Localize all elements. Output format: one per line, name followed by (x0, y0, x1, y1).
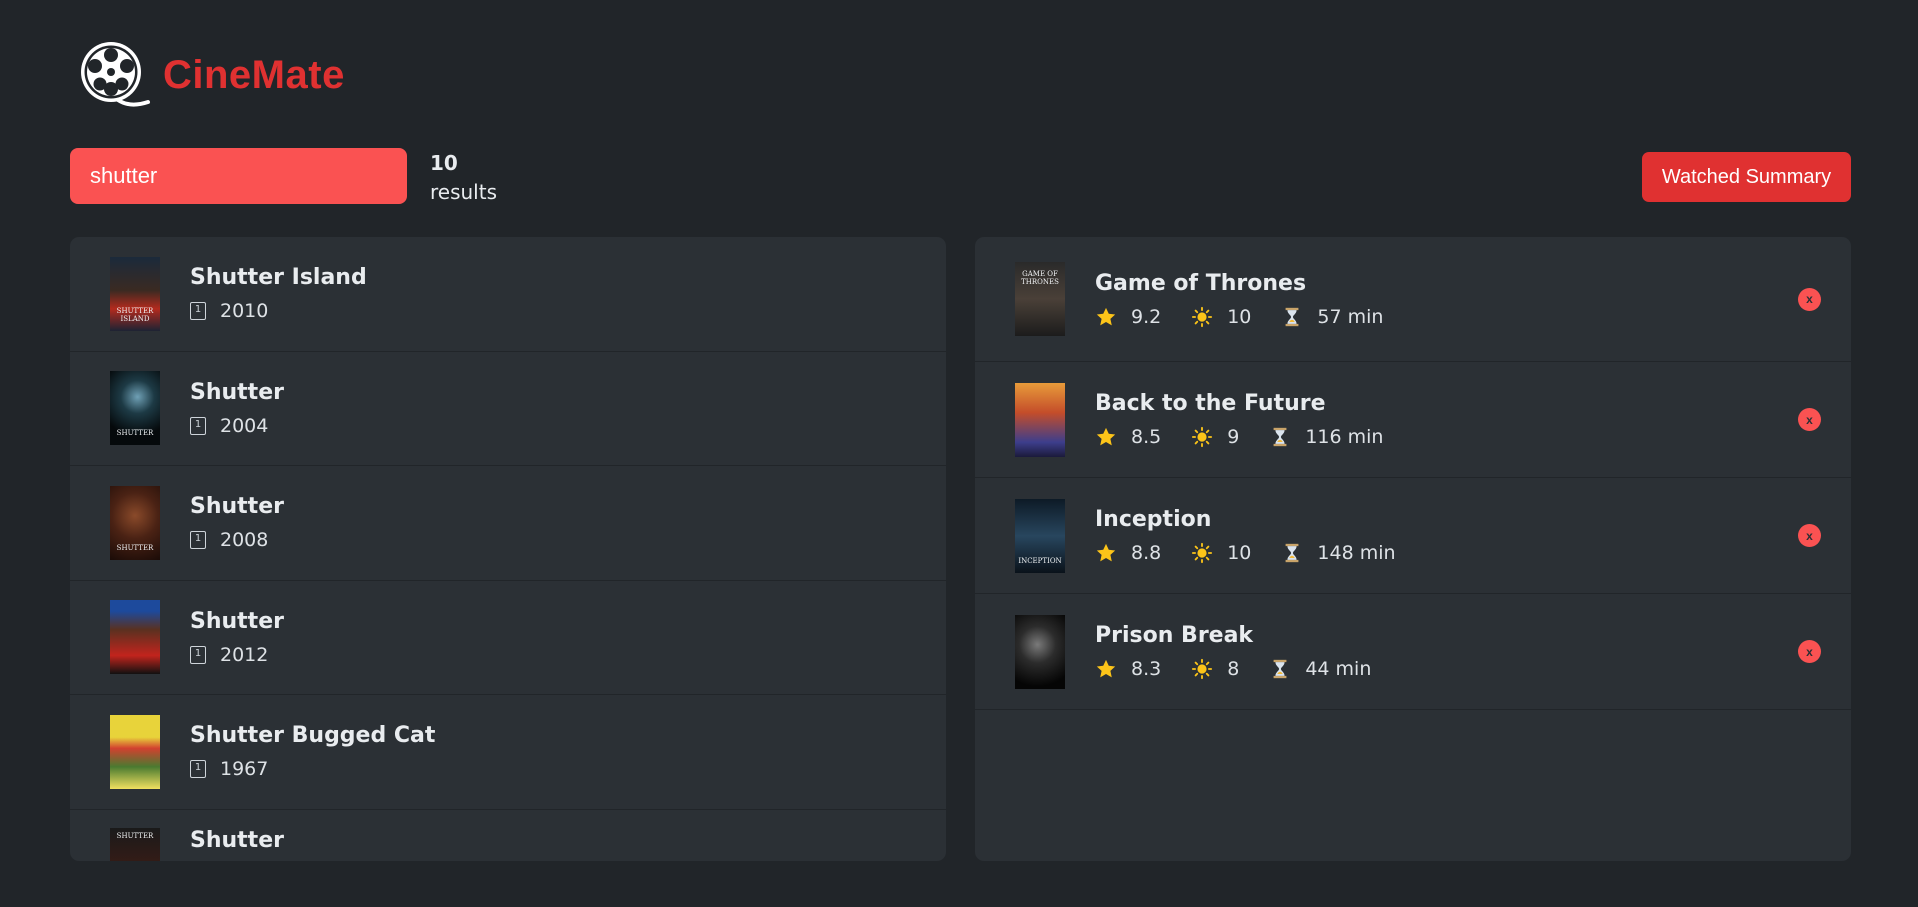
movie-poster: GAME OF THRONES (1015, 262, 1065, 336)
delete-button[interactable]: x (1798, 287, 1821, 311)
star-icon (1096, 427, 1116, 446)
sun-icon (1192, 658, 1213, 680)
movie-title: Shutter Bugged Cat (190, 723, 436, 749)
movie-title: Game of Thrones (1095, 270, 1307, 296)
imdb-rating: 9.2 (1131, 305, 1162, 328)
movie-poster (1015, 382, 1065, 457)
movie-title: Inception (1095, 507, 1212, 532)
user-rating: 10 (1227, 542, 1252, 564)
app-title: CineMate (163, 52, 345, 97)
delete-button[interactable]: x (1798, 524, 1821, 547)
movie-title: Back to the Future (1095, 391, 1326, 416)
star-icon (1096, 307, 1116, 325)
star-icon (1096, 659, 1116, 678)
watched-item[interactable]: Prison Break 8.3 8 44 min x (975, 594, 1851, 710)
movie-year: 1967 (220, 758, 269, 781)
watched-item[interactable]: GAME OF THRONES Game of Thrones 9.2 10 5… (975, 237, 1851, 362)
movie-poster: SHUTTER (110, 485, 160, 560)
list-item[interactable]: SHUTTER ISLAND Shutter Island 1 2010 (70, 237, 946, 352)
movie-poster (1015, 614, 1065, 689)
header: CineMate (78, 38, 345, 112)
movie-poster (110, 714, 160, 789)
delete-button[interactable]: x (1798, 408, 1821, 431)
list-item[interactable]: SHUTTER Shutter 1 2004 (70, 352, 946, 466)
runtime: 44 min (1305, 658, 1372, 680)
list-item[interactable]: SHUTTER Shutter 1 2008 (70, 466, 946, 581)
calendar-icon: 1 (190, 302, 206, 321)
watched-item[interactable]: INCEPTION Inception 8.8 10 148 min x (975, 478, 1851, 594)
search-results-list: SHUTTER ISLAND Shutter Island 1 2010 SHUT… (70, 237, 946, 861)
star-icon (1096, 543, 1116, 562)
movie-title: Shutter (190, 379, 284, 405)
film-reel-icon (81, 42, 150, 107)
movie-title: Shutter Island (190, 265, 367, 291)
runtime: 116 min (1305, 426, 1384, 448)
delete-button[interactable]: x (1798, 640, 1821, 663)
results-number: 10 (430, 151, 458, 175)
movie-year: 2012 (220, 643, 269, 666)
movie-year: 2008 (220, 529, 269, 552)
sun-icon (1192, 426, 1213, 448)
list-item[interactable]: Shutter 1 2012 (70, 581, 946, 695)
movie-year: 2004 (220, 414, 269, 437)
calendar-icon: 1 (190, 416, 206, 435)
runtime: 57 min (1317, 305, 1384, 328)
user-rating: 10 (1227, 305, 1252, 328)
movie-poster: INCEPTION (1015, 498, 1065, 573)
imdb-rating: 8.5 (1131, 426, 1162, 448)
sun-icon (1192, 306, 1213, 327)
movie-year: 2010 (220, 300, 269, 323)
results-label: results (430, 180, 498, 204)
results-count: 10 results (430, 149, 497, 207)
watched-summary-button[interactable]: Watched Summary (1642, 152, 1851, 202)
runtime: 148 min (1317, 542, 1396, 564)
imdb-rating: 8.8 (1131, 542, 1162, 564)
user-rating: 9 (1227, 426, 1240, 448)
movie-poster: SHUTTER (110, 827, 160, 861)
watched-list: GAME OF THRONES Game of Thrones 9.2 10 5… (975, 237, 1851, 861)
watched-item[interactable]: Back to the Future 8.5 9 116 min x (975, 362, 1851, 478)
calendar-icon: 1 (190, 760, 206, 779)
movie-poster: SHUTTER ISLAND (110, 256, 160, 331)
hourglass-icon (1273, 427, 1287, 447)
movie-poster: SHUTTER (110, 371, 160, 446)
user-rating: 8 (1227, 658, 1240, 680)
hourglass-icon (1285, 543, 1299, 563)
movie-title: Shutter (190, 608, 284, 634)
hourglass-icon (1285, 307, 1299, 326)
list-item[interactable]: Shutter Bugged Cat 1 1967 (70, 695, 946, 810)
imdb-rating: 8.3 (1131, 658, 1162, 680)
movie-poster (110, 600, 160, 675)
search-input[interactable] (70, 148, 407, 204)
movie-title: Shutter (190, 827, 284, 853)
movie-title: Shutter (190, 494, 284, 520)
list-item[interactable]: SHUTTER Shutter (70, 810, 946, 861)
movie-title: Prison Break (1095, 623, 1254, 648)
sun-icon (1192, 542, 1213, 564)
hourglass-icon (1273, 659, 1287, 679)
calendar-icon: 1 (190, 645, 206, 664)
calendar-icon: 1 (190, 531, 206, 550)
